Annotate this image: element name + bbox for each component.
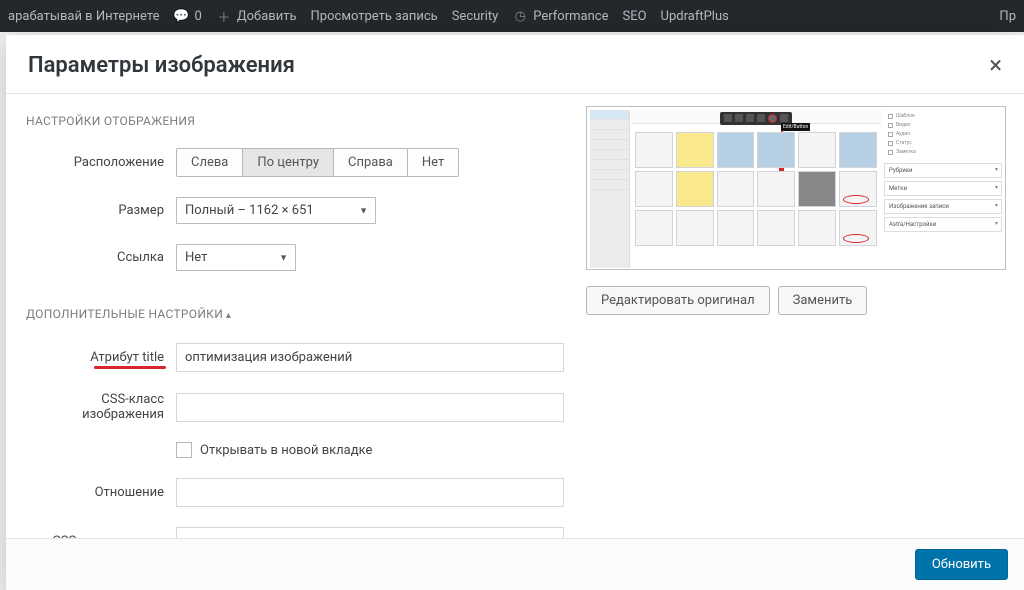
replace-button[interactable]: Заменить: [778, 286, 868, 315]
adminbar-right[interactable]: Пр: [999, 9, 1016, 24]
preview-column: Edit/Button Шаблон Видео Аудио Статус: [566, 94, 1024, 538]
modal-header: Параметры изображения ×: [6, 35, 1024, 94]
label-link: Ссылка: [26, 250, 176, 265]
label-rel: Отношение: [26, 485, 176, 500]
update-button[interactable]: Обновить: [915, 549, 1008, 580]
adminbar-seo[interactable]: SEO: [622, 9, 646, 24]
label-title-attr: Атрибут title: [26, 350, 176, 365]
rel-input[interactable]: [176, 478, 564, 507]
adminbar-view[interactable]: Просмотреть запись: [311, 9, 438, 24]
section-advanced-settings[interactable]: ДОПОЛНИТЕЛЬНЫЕ НАСТРОЙКИ: [26, 307, 566, 321]
title-attr-input[interactable]: [176, 343, 564, 372]
label-img-class: CSS-класс изображения: [26, 392, 176, 422]
label-size: Размер: [26, 203, 176, 218]
plus-icon: ＋: [216, 8, 232, 24]
size-select[interactable]: Полный – 1162 × 651: [176, 197, 376, 224]
adminbar-add[interactable]: ＋Добавить: [216, 8, 297, 24]
align-center-button[interactable]: По центру: [243, 149, 334, 176]
align-button-group: Слева По центру Справа Нет: [176, 148, 459, 177]
settings-column: НАСТРОЙКИ ОТОБРАЖЕНИЯ Расположение Слева…: [6, 94, 566, 538]
modal-title: Параметры изображения: [28, 53, 295, 78]
label-align: Расположение: [26, 155, 176, 170]
section-display-settings: НАСТРОЙКИ ОТОБРАЖЕНИЯ: [26, 114, 566, 128]
img-class-input[interactable]: [176, 393, 564, 422]
align-left-button[interactable]: Слева: [177, 149, 243, 176]
adminbar-performance[interactable]: ◷Performance: [512, 8, 608, 24]
link-select[interactable]: Нет: [176, 244, 296, 271]
newtab-checkbox[interactable]: [176, 442, 192, 458]
close-icon[interactable]: ×: [989, 51, 1002, 79]
align-right-button[interactable]: Справа: [334, 149, 408, 176]
gauge-icon: ◷: [512, 8, 528, 24]
adminbar-site[interactable]: арабатывай в Интернете: [8, 9, 160, 24]
adminbar-security[interactable]: Security: [452, 9, 499, 24]
image-details-modal: Параметры изображения × НАСТРОЙКИ ОТОБРА…: [6, 35, 1024, 590]
admin-toolbar: арабатывай в Интернете 💬0 ＋Добавить Прос…: [0, 0, 1024, 32]
image-preview: Edit/Button Шаблон Видео Аудио Статус: [586, 106, 1006, 270]
label-newtab: Открывать в новой вкладке: [200, 443, 372, 458]
edit-pencil-icon: [768, 114, 777, 123]
adminbar-comments[interactable]: 💬0: [174, 8, 202, 24]
link-class-input[interactable]: [176, 527, 564, 538]
modal-footer: Обновить: [6, 538, 1024, 590]
edit-original-button[interactable]: Редактировать оригинал: [586, 286, 770, 315]
comment-icon: 💬: [174, 8, 190, 24]
align-none-button[interactable]: Нет: [408, 149, 458, 176]
adminbar-updraft[interactable]: UpdraftPlus: [661, 9, 729, 24]
